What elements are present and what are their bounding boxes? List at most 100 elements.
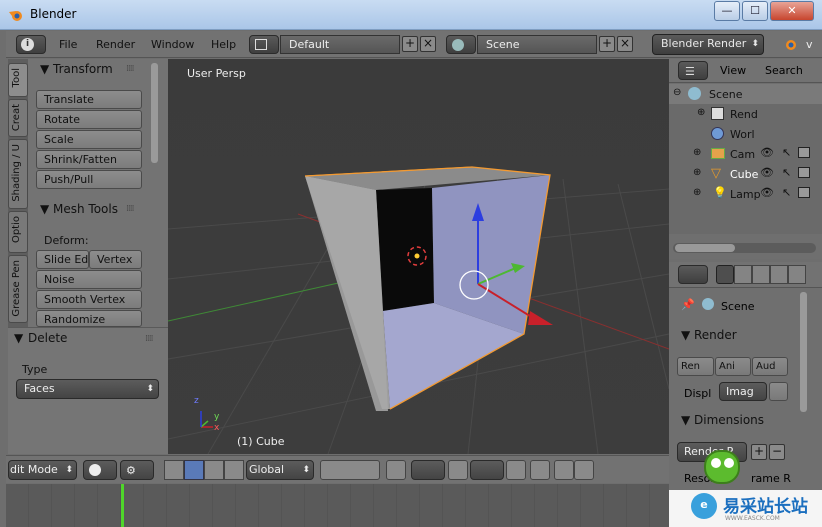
- transform-orientation-select[interactable]: Global ⬍: [246, 460, 314, 480]
- tab-create[interactable]: Creat: [8, 99, 28, 137]
- eye-icon[interactable]: 👁: [760, 186, 774, 199]
- tab-options[interactable]: Optio: [8, 211, 28, 253]
- mode-select[interactable]: dit Mode ⬍: [8, 460, 77, 480]
- expand-icon[interactable]: ⊕: [693, 187, 701, 198]
- render-context-button[interactable]: [716, 265, 734, 284]
- tab-grease-pencil[interactable]: Grease Pen: [8, 255, 28, 323]
- tree-item-cube[interactable]: ⊕ ▽ Cube 👁 ↖: [669, 164, 822, 184]
- layout-browse-button[interactable]: [249, 35, 279, 54]
- render-image-button[interactable]: Ren: [677, 357, 714, 376]
- disclosure-down-icon[interactable]: ▼: [40, 62, 49, 76]
- tree-item-render-layers[interactable]: ⊕ Rend: [669, 104, 822, 124]
- render-animation-button[interactable]: Ani: [715, 357, 751, 376]
- rotate-button[interactable]: Rotate: [36, 110, 142, 129]
- smooth-vertex-button[interactable]: Smooth Vertex: [36, 290, 142, 309]
- vertex-slide-button[interactable]: Vertex: [89, 250, 142, 269]
- object-context-button[interactable]: [788, 265, 806, 284]
- shrink-fatten-button[interactable]: Shrink/Fatten: [36, 150, 142, 169]
- minimize-button[interactable]: —: [714, 1, 740, 21]
- tree-item-scene[interactable]: ⊖ Scene: [669, 84, 822, 104]
- disclosure-down-icon[interactable]: ▼: [40, 202, 49, 216]
- layers-button[interactable]: [530, 460, 550, 480]
- cursor-select-icon[interactable]: ↖: [782, 186, 791, 199]
- dimensions-panel-header[interactable]: Dimensions: [694, 413, 764, 427]
- add-scene-button[interactable]: +: [599, 36, 615, 52]
- expand-icon[interactable]: ⊕: [693, 147, 701, 158]
- delete-layout-button[interactable]: ×: [420, 36, 436, 52]
- tree-item-camera[interactable]: ⊕ Cam 👁 ↖: [669, 144, 822, 164]
- limit-selection-button[interactable]: [386, 460, 406, 480]
- render-layers-context-button[interactable]: [734, 265, 752, 284]
- render-camera-icon[interactable]: [798, 167, 810, 178]
- drag-grip-icon[interactable]: ⁞⁞⁞⁞: [145, 334, 154, 344]
- outliner-hscrollbar[interactable]: [675, 244, 735, 252]
- disclosure-down-icon[interactable]: ▼: [681, 328, 690, 342]
- translate-button[interactable]: Translate: [36, 90, 142, 109]
- render-camera-icon[interactable]: [798, 187, 810, 198]
- proportional-edit-select[interactable]: [411, 460, 445, 480]
- render-audio-button[interactable]: Aud: [752, 357, 788, 376]
- render-engine-select[interactable]: Blender Render ⬍: [652, 34, 764, 55]
- operator-header[interactable]: Delete: [28, 331, 67, 345]
- translate-manipulator-button[interactable]: [184, 460, 204, 480]
- expand-icon[interactable]: ⊕: [693, 167, 701, 178]
- outliner-view-menu[interactable]: View: [720, 64, 746, 77]
- slide-edge-button[interactable]: Slide Ed: [36, 250, 89, 269]
- pin-icon[interactable]: 📌: [681, 298, 695, 311]
- disclosure-down-icon[interactable]: ▼: [681, 413, 690, 427]
- viewport-canvas[interactable]: [168, 59, 669, 454]
- tree-item-lamp[interactable]: ⊕ 💡 Lamp 👁 ↖: [669, 184, 822, 204]
- render-panel-header[interactable]: Render: [694, 328, 737, 342]
- outliner-search-menu[interactable]: Search: [765, 64, 803, 77]
- world-context-button[interactable]: [770, 265, 788, 284]
- display-select[interactable]: Imag: [719, 382, 767, 401]
- menu-render[interactable]: Render: [96, 38, 135, 51]
- tree-item-world[interactable]: Worl: [669, 124, 822, 144]
- cursor-select-icon[interactable]: ↖: [782, 166, 791, 179]
- remove-preset-button[interactable]: −: [769, 444, 785, 460]
- mesh-tools-header[interactable]: Mesh Tools: [53, 202, 118, 216]
- lock-interface-button[interactable]: [769, 382, 788, 401]
- maximize-button[interactable]: ☐: [742, 1, 768, 21]
- drag-grip-icon[interactable]: ⁞⁞⁞⁞: [126, 64, 135, 74]
- scale-manipulator-button[interactable]: [224, 460, 244, 480]
- transform-header[interactable]: Transform: [53, 62, 113, 76]
- push-pull-button[interactable]: Push/Pull: [36, 170, 142, 189]
- current-frame-indicator[interactable]: [121, 484, 124, 527]
- editor-type-button[interactable]: i: [16, 35, 46, 54]
- opengl-render-animation-button[interactable]: [574, 460, 594, 480]
- opengl-render-image-button[interactable]: [554, 460, 574, 480]
- properties-scrollbar[interactable]: [800, 292, 807, 412]
- type-select[interactable]: Faces ⬍: [16, 379, 159, 399]
- scale-button[interactable]: Scale: [36, 130, 142, 149]
- delete-scene-button[interactable]: ×: [617, 36, 633, 52]
- tool-shelf-scrollbar[interactable]: [151, 63, 158, 163]
- viewport-shading-select[interactable]: [83, 460, 117, 480]
- snap-toggle-button[interactable]: [448, 460, 468, 480]
- layout-name-field[interactable]: Default: [280, 35, 400, 54]
- add-layout-button[interactable]: +: [402, 36, 418, 52]
- properties-editor-type-button[interactable]: [678, 265, 708, 284]
- manipulator-toggle-button[interactable]: [164, 460, 184, 480]
- tab-shading-uv[interactable]: Shading / U: [8, 139, 28, 209]
- collapse-icon[interactable]: ⊖: [673, 87, 681, 98]
- rotate-manipulator-button[interactable]: [204, 460, 224, 480]
- expand-icon[interactable]: ⊕: [697, 107, 705, 118]
- menu-window[interactable]: Window: [151, 38, 194, 51]
- noise-button[interactable]: Noise: [36, 270, 142, 289]
- disclosure-down-icon[interactable]: ▼: [14, 331, 23, 345]
- render-camera-icon[interactable]: [798, 147, 810, 158]
- close-button[interactable]: ✕: [770, 1, 814, 21]
- eye-icon[interactable]: 👁: [760, 166, 774, 179]
- randomize-button[interactable]: Randomize: [36, 310, 142, 327]
- 3d-viewport[interactable]: User Persp (1) Cube z y x: [168, 59, 669, 454]
- tab-tool[interactable]: Tool: [8, 63, 28, 97]
- outliner-editor-type-button[interactable]: ☰: [678, 61, 708, 80]
- select-mode-buttons[interactable]: [320, 460, 380, 480]
- eye-icon[interactable]: 👁: [760, 146, 774, 159]
- cursor-select-icon[interactable]: ↖: [782, 146, 791, 159]
- menu-file[interactable]: File: [59, 38, 77, 51]
- menu-help[interactable]: Help: [211, 38, 236, 51]
- add-preset-button[interactable]: +: [751, 444, 767, 460]
- drag-grip-icon[interactable]: ⁞⁞⁞⁞: [126, 204, 135, 214]
